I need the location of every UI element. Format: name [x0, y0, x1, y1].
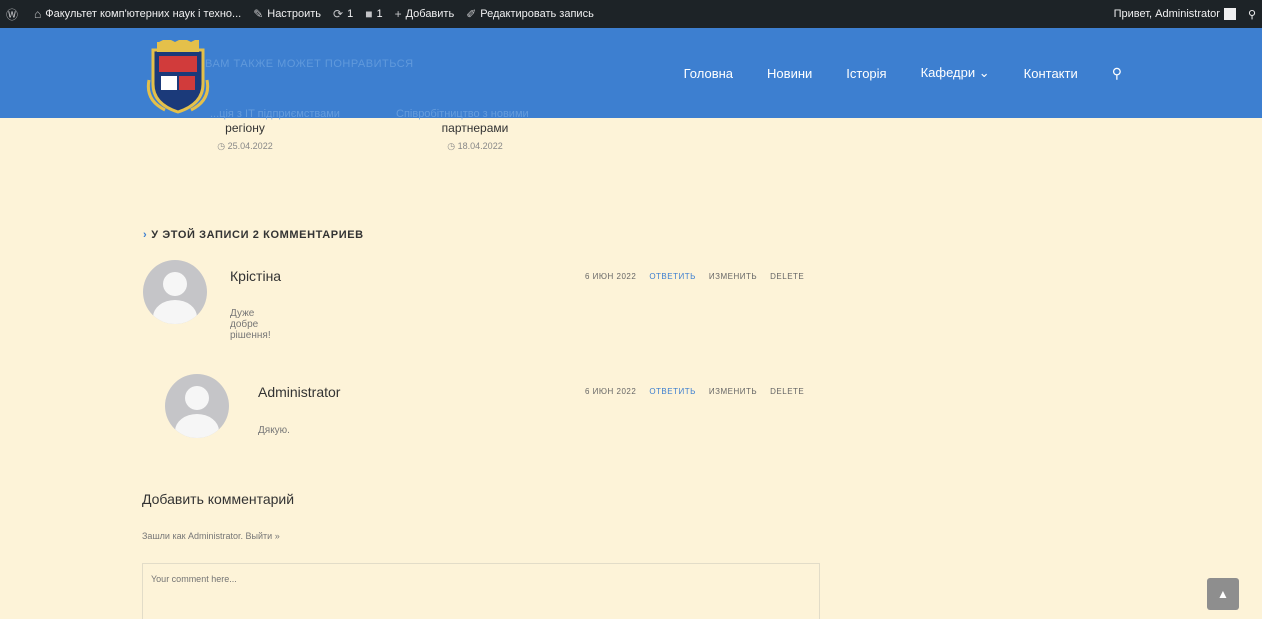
reply-link[interactable]: ответить [649, 387, 696, 396]
related-post-title: регіону [225, 121, 265, 135]
edit-post-link[interactable]: ✐ Редактировать запись [460, 0, 600, 28]
admin-bar: Ⓦ ⌂ Факультет комп'ютерних наук і техно.… [0, 0, 1262, 28]
updates-icon: ⟳ [333, 7, 344, 21]
comments-heading: › У этой записи 2 комментариев [143, 229, 364, 241]
comment-author: Крістіна [230, 268, 282, 284]
related-title-top: Співробітництво з новими [396, 108, 529, 120]
wordpress-icon: Ⓦ [6, 7, 19, 22]
comments-link[interactable]: ■ 1 [359, 0, 388, 28]
comment-date: 6 июн 2022 [585, 387, 637, 396]
comment-text: Дякую. [258, 425, 290, 436]
chevron-right-icon: › [143, 229, 148, 241]
related-post[interactable]: регіону ◷ 25.04.2022 [190, 121, 300, 152]
avatar [1223, 8, 1236, 20]
main-navigation: Головна Новини Історія Кафедри ⌄ Контакт… [684, 28, 1122, 118]
delete-link[interactable]: delete [770, 272, 804, 281]
comment-icon: ■ [365, 7, 373, 21]
comments-count: 1 [376, 8, 383, 20]
add-comment-title: Добавить комментарий [142, 491, 295, 507]
nav-item-history[interactable]: Історія [846, 66, 886, 81]
nav-item-contacts[interactable]: Контакти [1024, 66, 1078, 81]
site-name-link[interactable]: ⌂ Факультет комп'ютерних наук і техно... [28, 0, 247, 28]
add-new-link[interactable]: + Добавить [389, 0, 461, 28]
customize-link[interactable]: ✎ Настроить [247, 0, 327, 28]
chevron-up-icon: ▲ [1217, 587, 1229, 601]
chevron-down-icon: ⌄ [978, 65, 990, 80]
logged-in-as-text[interactable]: Зашли как Administrator. Выйти » [142, 531, 280, 541]
home-icon: ⌂ [34, 7, 42, 21]
adminbar-search-button[interactable]: ⚲ [1242, 0, 1262, 28]
greeting-label: Привет, Administrator [1113, 8, 1220, 20]
related-post[interactable]: партнерами ◷ 18.04.2022 [420, 121, 530, 152]
delete-link[interactable]: delete [770, 387, 804, 396]
pencil-icon: ✐ [466, 7, 477, 21]
comment-date: 6 июн 2022 [585, 272, 637, 281]
comment-text: Дуже добре рішення! [230, 308, 271, 341]
nav-item-departments[interactable]: Кафедри ⌄ [921, 65, 990, 81]
nav-item-departments-label: Кафедри [920, 65, 976, 80]
reply-link[interactable]: ответить [649, 272, 696, 281]
updates-count: 1 [347, 8, 354, 20]
updates-link[interactable]: ⟳ 1 [327, 0, 359, 28]
nav-item-news[interactable]: Новини [767, 66, 812, 81]
brush-icon: ✎ [253, 7, 264, 21]
edit-link[interactable]: изменить [709, 387, 757, 396]
comment-meta: 6 июн 2022 ответить изменить delete [585, 387, 804, 396]
nav-item-home[interactable]: Головна [684, 66, 733, 81]
search-icon[interactable]: ⚲ [1112, 65, 1122, 82]
comment-meta: 6 июн 2022 ответить изменить delete [585, 272, 804, 281]
related-post-title: партнерами [441, 121, 509, 135]
clock-icon: ◷ [217, 141, 228, 151]
related-post-date: ◷ 18.04.2022 [447, 141, 503, 151]
edit-link[interactable]: изменить [709, 272, 757, 281]
search-icon: ⚲ [1247, 8, 1256, 21]
scroll-to-top-button[interactable]: ▲ [1207, 578, 1239, 610]
avatar [165, 374, 229, 438]
related-post-date: ◷ 25.04.2022 [217, 141, 273, 151]
clock-icon: ◷ [447, 141, 458, 151]
add-new-label: Добавить [405, 8, 455, 20]
edit-post-label: Редактировать запись [480, 8, 594, 20]
avatar [143, 260, 207, 324]
customize-label: Настроить [267, 8, 321, 20]
my-account-link[interactable]: Привет, Administrator [1108, 0, 1242, 28]
comment-textarea[interactable] [142, 563, 820, 619]
comment-author: Administrator [258, 384, 341, 400]
plus-icon: + [394, 7, 402, 21]
wordpress-logo-button[interactable]: Ⓦ [0, 0, 28, 28]
related-heading: Вам также может понравиться [205, 58, 414, 70]
site-name-label: Факультет комп'ютерних наук і техно... [45, 8, 242, 20]
site-logo[interactable] [145, 38, 211, 114]
page-content [0, 118, 1262, 619]
related-title-top: ...ція з IT підприємствами [210, 108, 340, 120]
